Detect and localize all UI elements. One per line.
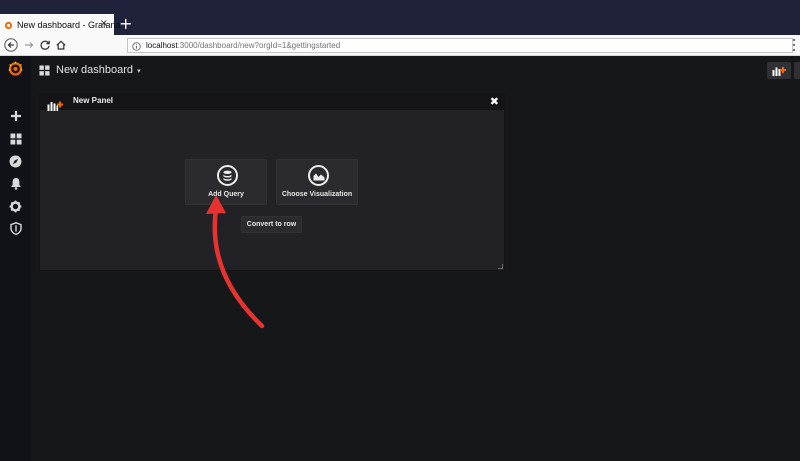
browser-menu-icon[interactable] xyxy=(791,38,797,52)
info-icon[interactable] xyxy=(132,36,141,55)
close-icon[interactable]: ✖ xyxy=(490,95,499,108)
browser-tab[interactable]: New dashboard - Grafana × xyxy=(0,14,121,35)
forward-button[interactable] xyxy=(21,37,37,53)
choose-visualization-button[interactable]: Choose Visualization xyxy=(276,159,358,205)
forward-arrow-icon xyxy=(25,42,34,48)
back-button[interactable] xyxy=(3,37,19,53)
address-bar[interactable]: localhost:3000/dashboard/new?orgId=1&get… xyxy=(127,38,793,53)
url-text: localhost:3000/dashboard/new?orgId=1&get… xyxy=(146,41,340,50)
url-host: localhost xyxy=(146,41,178,50)
reload-button[interactable] xyxy=(37,37,53,53)
add-panel-icon xyxy=(47,96,63,115)
side-menu xyxy=(0,56,31,461)
reload-icon xyxy=(40,40,50,50)
home-icon xyxy=(56,40,66,50)
dashboards-grid-icon[interactable] xyxy=(7,130,24,147)
area-chart-icon xyxy=(308,165,329,186)
chevron-down-icon: ▾ xyxy=(137,67,141,75)
alerting-bell-icon[interactable] xyxy=(7,175,24,192)
save-dashboard-button[interactable] xyxy=(794,62,800,79)
annotation-arrow xyxy=(206,195,265,329)
add-panel-icon xyxy=(772,67,786,76)
back-arrow-icon xyxy=(4,38,18,52)
explore-compass-icon[interactable] xyxy=(7,153,24,170)
browser-nav-bar: localhost:3000/dashboard/new?orgId=1&get… xyxy=(0,35,800,56)
plus-icon[interactable] xyxy=(7,107,24,124)
add-panel-button[interactable] xyxy=(767,62,791,79)
dashboard-grid-icon xyxy=(39,61,50,80)
configuration-gear-icon[interactable] xyxy=(7,198,24,215)
database-icon xyxy=(217,165,238,186)
panel-header: New Panel ✖ xyxy=(40,94,504,111)
new-tab-button[interactable]: + xyxy=(119,16,132,32)
close-tab-icon[interactable]: × xyxy=(100,18,108,29)
dashboard-title: New dashboard xyxy=(56,64,134,76)
url-path: :3000/dashboard/new?orgId=1&gettingstart… xyxy=(177,41,341,50)
grafana-favicon-icon xyxy=(4,15,13,34)
server-admin-shield-icon[interactable] xyxy=(7,220,24,237)
dashboard-picker[interactable]: New dashboard ▾ xyxy=(39,63,141,77)
browser-tab-bar: New dashboard - Grafana × + xyxy=(0,0,800,35)
resize-handle[interactable] xyxy=(498,264,503,269)
grafana-logo-icon[interactable] xyxy=(7,60,24,77)
choose-visualization-label: Choose Visualization xyxy=(281,191,353,198)
panel-title: New Panel xyxy=(73,96,114,105)
home-button[interactable] xyxy=(53,37,69,53)
